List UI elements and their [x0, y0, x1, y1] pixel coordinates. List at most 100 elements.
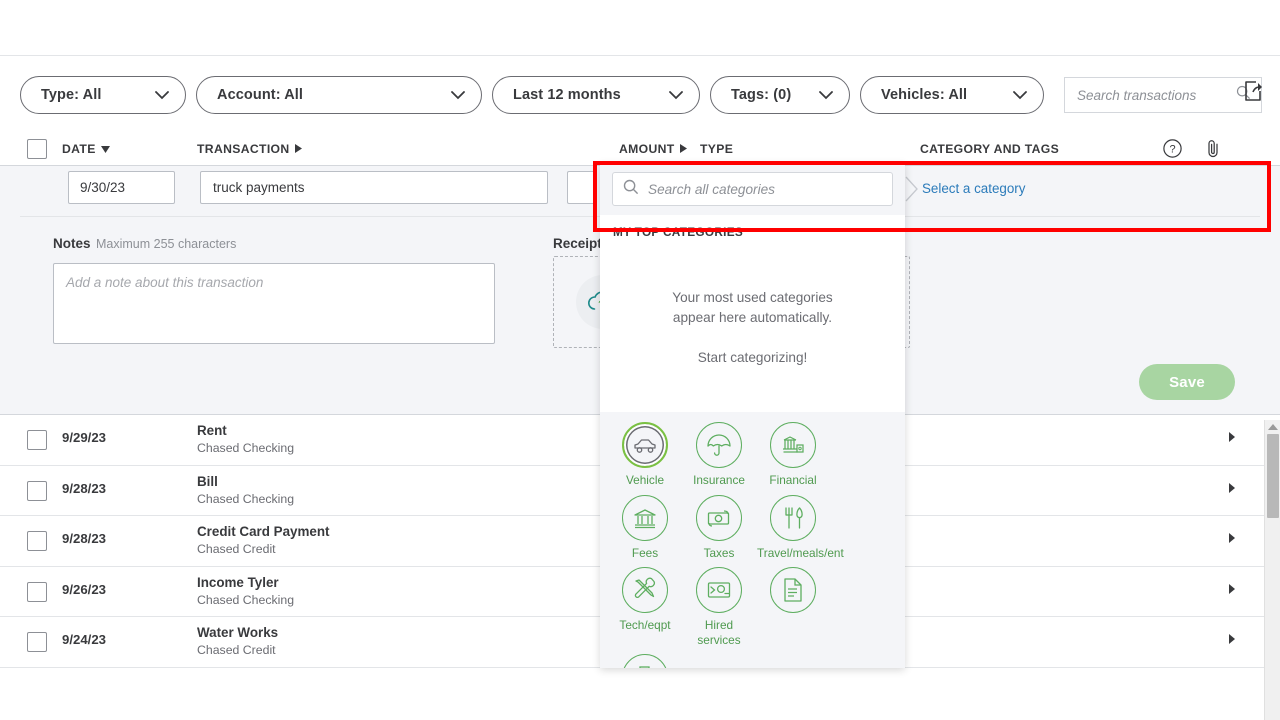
filter-account-dropdown[interactable]: Account: All	[196, 76, 482, 114]
row-checkbox[interactable]	[27, 531, 47, 551]
category-label: Vehicle	[609, 473, 681, 488]
row-date: 9/24/23	[62, 632, 106, 647]
scrollbar-thumb[interactable]	[1267, 434, 1279, 518]
row-expand-arrow-icon[interactable]	[1229, 483, 1235, 493]
row-transaction-name: Income Tyler	[197, 575, 279, 590]
row-account-name: Chased Credit	[197, 542, 276, 556]
filter-type-dropdown[interactable]: Type: All	[20, 76, 186, 114]
category-label: Fees	[609, 546, 681, 561]
row-date: 9/28/23	[62, 531, 106, 546]
edit-transaction-name-value: truck payments	[213, 180, 305, 195]
row-transaction-name: Rent	[197, 423, 227, 438]
category-item-hired-services[interactable]: Hired services	[682, 567, 756, 647]
chevron-down-icon	[1013, 91, 1027, 100]
category-item-insurance[interactable]: Insurance	[682, 422, 756, 488]
select-all-checkbox[interactable]	[27, 139, 47, 159]
search-all-categories-placeholder: Search all categories	[648, 182, 775, 197]
top-white-band	[0, 0, 1280, 56]
sort-right-icon	[680, 142, 687, 156]
category-search-wrapper: Search all categories	[600, 163, 905, 215]
sort-right-icon	[295, 142, 302, 156]
export-button[interactable]	[1238, 75, 1270, 107]
handshake-card-icon	[696, 567, 742, 613]
column-header-amount[interactable]: AMOUNT	[619, 142, 687, 156]
my-top-categories-heading: MY TOP CATEGORIES	[613, 225, 743, 239]
select-a-category-link[interactable]: Select a category	[922, 181, 1025, 196]
svg-text:?: ?	[1169, 144, 1175, 156]
empty-state-message: Your most used categories appear here au…	[600, 288, 905, 368]
edit-date-value: 9/30/23	[80, 180, 125, 195]
category-label: Financial	[757, 473, 829, 488]
search-transactions-placeholder: Search transactions	[1077, 88, 1196, 103]
row-transaction-name: Water Works	[197, 625, 278, 640]
money-icon	[696, 495, 742, 541]
category-item-travel-meals-ent[interactable]: Travel/meals/ent	[756, 495, 830, 561]
bank-building-icon	[770, 422, 816, 468]
row-transaction-name: Bill	[197, 474, 218, 489]
notes-textarea[interactable]: Add a note about this transaction	[53, 263, 495, 344]
row-account-name: Chased Checking	[197, 441, 294, 455]
edit-transaction-name-input[interactable]: truck payments	[200, 171, 548, 204]
filter-date-range-dropdown[interactable]: Last 12 months	[492, 76, 700, 114]
row-expand-arrow-icon[interactable]	[1229, 584, 1235, 594]
category-item-tech-eqpt[interactable]: Tech/eqpt	[608, 567, 682, 647]
chevron-down-icon	[451, 91, 465, 100]
column-header-category-label: CATEGORY AND TAGS	[920, 142, 1059, 156]
filter-date-range-label: Last 12 months	[513, 87, 621, 103]
empty-line-3: Start categorizing!	[600, 348, 905, 368]
column-header-date[interactable]: DATE	[62, 142, 110, 156]
scroll-up-arrow-icon[interactable]	[1268, 424, 1278, 430]
row-expand-arrow-icon[interactable]	[1229, 533, 1235, 543]
sort-desc-icon	[101, 142, 110, 156]
search-all-categories-input[interactable]: Search all categories	[612, 172, 893, 206]
row-account-name: Chased Checking	[197, 492, 294, 506]
empty-line-1: Your most used categories	[600, 288, 905, 308]
help-icon[interactable]: ?	[1163, 139, 1182, 163]
category-item-document[interactable]	[756, 567, 830, 647]
row-checkbox[interactable]	[27, 582, 47, 602]
chevron-down-icon	[155, 91, 169, 100]
filter-bar: Type: All Account: All Last 12 months Ta…	[0, 57, 1280, 133]
edit-amount-input[interactable]	[567, 171, 593, 204]
receipt-label: Receipt	[553, 236, 602, 251]
filter-tags-dropdown[interactable]: Tags: (0)	[710, 76, 850, 114]
filter-account-label: Account: All	[217, 87, 303, 103]
row-checkbox[interactable]	[27, 430, 47, 450]
filter-vehicles-dropdown[interactable]: Vehicles: All	[860, 76, 1044, 114]
row-expand-arrow-icon[interactable]	[1229, 634, 1235, 644]
vertical-scrollbar[interactable]	[1264, 420, 1280, 720]
document-icon	[770, 567, 816, 613]
filter-vehicles-label: Vehicles: All	[881, 87, 967, 103]
category-item-desk[interactable]	[608, 654, 682, 668]
category-item-financial[interactable]: Financial	[756, 422, 830, 488]
column-header-category-and-tags[interactable]: CATEGORY AND TAGS	[920, 142, 1059, 156]
row-expand-arrow-icon[interactable]	[1229, 432, 1235, 442]
column-header-row: DATE TRANSACTION AMOUNT TYPE CATEGORY AN…	[0, 133, 1280, 166]
row-checkbox[interactable]	[27, 632, 47, 652]
category-label: Taxes	[683, 546, 755, 561]
row-account-name: Chased Credit	[197, 643, 276, 657]
breadcrumb-chevron-icon	[905, 176, 919, 207]
category-label: Tech/eqpt	[609, 618, 681, 633]
save-button[interactable]: Save	[1139, 364, 1235, 400]
category-item-fees[interactable]: Fees	[608, 495, 682, 561]
attachment-paperclip-icon[interactable]	[1205, 139, 1222, 163]
column-header-type[interactable]: TYPE	[700, 142, 733, 156]
category-item-vehicle[interactable]: Vehicle	[608, 422, 682, 488]
utensils-icon	[770, 495, 816, 541]
column-header-transaction-label: TRANSACTION	[197, 142, 290, 156]
column-header-transaction[interactable]: TRANSACTION	[197, 142, 302, 156]
row-checkbox[interactable]	[27, 481, 47, 501]
category-label: Hired services	[683, 618, 755, 647]
filter-type-label: Type: All	[41, 87, 102, 103]
edit-date-input[interactable]: 9/30/23	[68, 171, 175, 204]
empty-line-2: appear here automatically.	[600, 308, 905, 328]
category-label: Insurance	[683, 473, 755, 488]
column-header-amount-label: AMOUNT	[619, 142, 675, 156]
courthouse-icon	[622, 495, 668, 541]
category-item-taxes[interactable]: Taxes	[682, 495, 756, 561]
search-transactions-input[interactable]: Search transactions	[1064, 77, 1262, 113]
column-header-type-label: TYPE	[700, 142, 733, 156]
umbrella-icon	[696, 422, 742, 468]
row-date: 9/28/23	[62, 481, 106, 496]
